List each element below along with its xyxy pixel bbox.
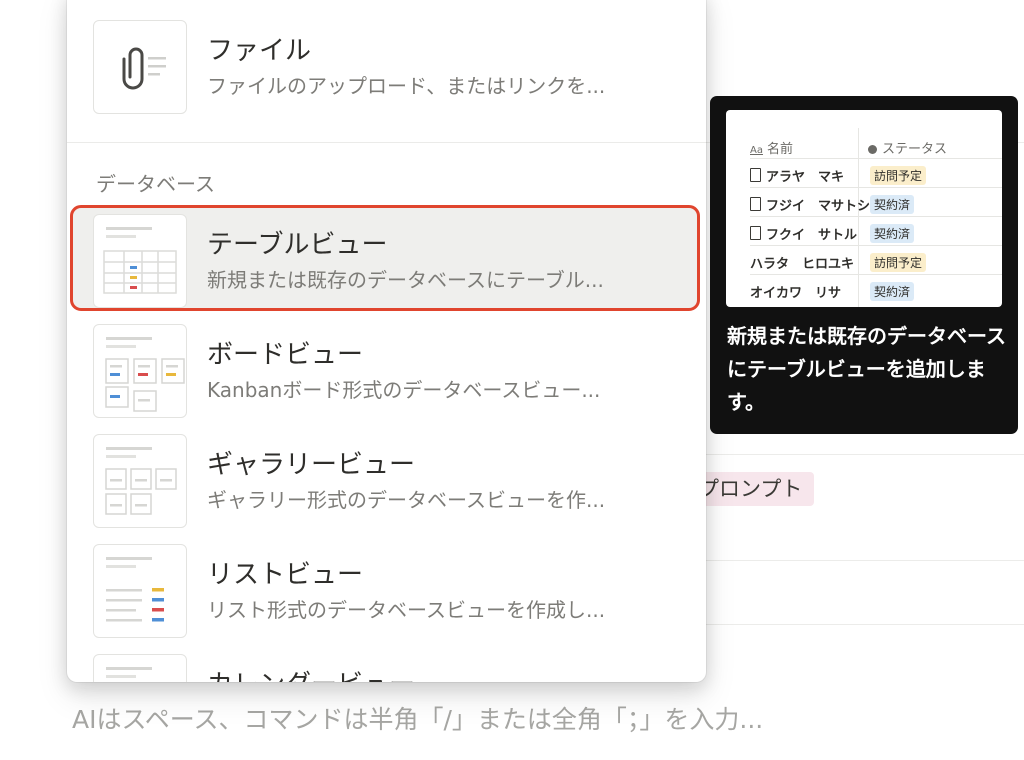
row-divider bbox=[750, 245, 1002, 246]
table-view-thumbnail bbox=[93, 214, 187, 308]
preview-row-name: フジイ マサトシ bbox=[750, 195, 870, 214]
menu-item-board-view[interactable]: ボードビュー Kanbanボード形式のデータベースビュー... bbox=[73, 318, 697, 418]
preview-row-name: アラヤ マキ bbox=[750, 166, 844, 185]
preview-row-status: 訪問予定 bbox=[870, 253, 927, 272]
status-property-icon bbox=[868, 145, 877, 154]
menu-item-title: リストビュー bbox=[207, 560, 364, 590]
menu-item-description: リスト形式のデータベースビューを作成し... bbox=[207, 598, 606, 622]
board-view-thumbnail bbox=[93, 324, 187, 418]
list-view-thumbnail bbox=[93, 544, 187, 638]
menu-item-title: カレンダービュー bbox=[207, 664, 415, 682]
page-icon bbox=[750, 226, 761, 240]
preview-row-status: 契約済 bbox=[870, 195, 915, 214]
menu-item-table-view[interactable]: テーブルビュー 新規または既存のデータベースにテーブル... bbox=[70, 205, 700, 311]
menu-item-title: ギャラリービュー bbox=[207, 450, 416, 480]
block-insert-menu: ファイル ファイルのアップロード、またはリンクを... データベース テーブルビ… bbox=[67, 0, 706, 682]
section-divider bbox=[67, 142, 706, 143]
preview-row-status: 契約済 bbox=[870, 224, 915, 243]
page-icon bbox=[750, 168, 761, 182]
column-header-name: Aa 名前 bbox=[750, 142, 793, 157]
page-icon bbox=[750, 197, 761, 211]
gallery-view-thumbnail bbox=[93, 434, 187, 528]
menu-item-gallery-view[interactable]: ギャラリービュー ギャラリー形式のデータベースビューを作... bbox=[73, 428, 697, 528]
background-tag[interactable]: プロンプト bbox=[690, 472, 815, 506]
menu-item-description: 新規または既存のデータベースにテーブル... bbox=[207, 268, 604, 292]
editor-placeholder[interactable]: AIはスペース、コマンドは半角「/」または全角「；」を入力... bbox=[72, 700, 763, 736]
section-label-database: データベース bbox=[96, 172, 215, 196]
text-property-icon: Aa bbox=[750, 145, 763, 156]
menu-item-description: Kanbanボード形式のデータベースビュー... bbox=[207, 378, 601, 402]
menu-item-description: ファイルのアップロード、またはリンクを... bbox=[207, 74, 606, 98]
menu-item-title: ファイル bbox=[207, 36, 312, 66]
preview-row-name: オイカワ リサ bbox=[750, 286, 842, 301]
menu-item-title: ボードビュー bbox=[207, 340, 364, 370]
preview-row-name: ハラタ ヒロユキ bbox=[750, 257, 855, 272]
menu-item-title: テーブルビュー bbox=[207, 230, 388, 260]
menu-item-description: ギャラリー形式のデータベースビューを作... bbox=[207, 488, 606, 512]
preview-row-status: 契約済 bbox=[870, 282, 915, 301]
menu-item-list-view[interactable]: リストビュー リスト形式のデータベースビューを作成し... bbox=[73, 538, 697, 638]
background-row-divider bbox=[705, 560, 1024, 561]
row-divider bbox=[750, 187, 1002, 188]
table-preview: Aa 名前 ステータス アラヤ マキ 訪問予定 フジイ マサトシ 契約済 フクイ … bbox=[726, 110, 1002, 307]
row-divider bbox=[750, 274, 1002, 275]
background-row-divider bbox=[705, 454, 1024, 455]
paperclip-icon bbox=[93, 20, 187, 114]
preview-row-name: フクイ サトル bbox=[750, 224, 857, 243]
background-row-divider bbox=[705, 624, 1024, 625]
row-divider bbox=[750, 216, 1002, 217]
row-divider bbox=[750, 158, 1002, 159]
column-divider bbox=[858, 128, 859, 307]
column-header-status: ステータス bbox=[868, 138, 947, 157]
preview-row-status: 訪問予定 bbox=[870, 166, 927, 185]
calendar-view-thumbnail bbox=[93, 654, 187, 682]
table-view-tooltip: Aa 名前 ステータス アラヤ マキ 訪問予定 フジイ マサトシ 契約済 フクイ … bbox=[710, 96, 1018, 434]
tooltip-description: 新規または既存のデータベースにテーブルビューを追加します。 bbox=[727, 324, 1006, 414]
menu-item-calendar-view[interactable]: カレンダービュー bbox=[73, 648, 697, 682]
menu-item-file[interactable]: ファイル ファイルのアップロード、またはリンクを... bbox=[73, 14, 697, 114]
